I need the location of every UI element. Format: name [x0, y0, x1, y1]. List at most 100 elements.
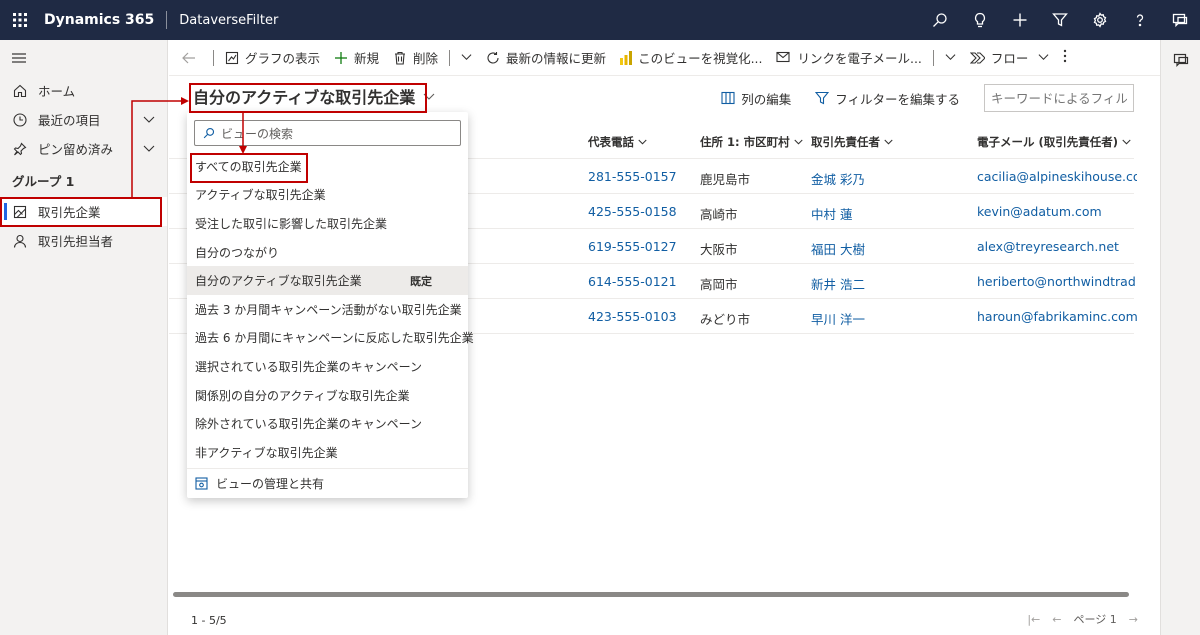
- filter-icon: [815, 91, 830, 105]
- view-option-label: アクティブな取引先企業: [195, 188, 326, 203]
- column-header-city[interactable]: 住所 1: 市区町村: [700, 134, 803, 150]
- phone-cell[interactable]: 425-555-0158: [588, 204, 677, 219]
- view-option[interactable]: 受注した取引に影響した取引先企業: [187, 209, 468, 238]
- app-name[interactable]: Dynamics 365: [44, 12, 154, 28]
- view-option[interactable]: 過去 6 か月間にキャンペーンに反応した取引先企業: [187, 324, 474, 353]
- city-cell: 高岡市: [700, 277, 738, 292]
- delete-button[interactable]: 削除: [386, 40, 445, 76]
- search-icon: [203, 127, 215, 139]
- contact-cell[interactable]: 早川 洋一: [811, 309, 865, 328]
- email-link-button[interactable]: リンクを電子メール...: [769, 40, 928, 76]
- show-chart-button[interactable]: グラフの表示: [218, 40, 327, 76]
- refresh-button[interactable]: 最新の情報に更新: [479, 40, 613, 76]
- annotation-box-accounts: [0, 197, 162, 227]
- flow-label: フロー: [990, 51, 1029, 66]
- app-launcher-icon[interactable]: [0, 0, 40, 40]
- first-page-icon[interactable]: |←: [1027, 613, 1040, 626]
- back-button[interactable]: [175, 40, 209, 76]
- sidebar-item-label: 最近の項目: [38, 113, 101, 128]
- column-header-email[interactable]: 電子メール (取引先責任者): [977, 134, 1131, 150]
- plus-icon[interactable]: [1000, 0, 1040, 40]
- flow-button[interactable]: フロー: [963, 40, 1057, 76]
- filter-icon[interactable]: [1040, 0, 1080, 40]
- email-cell[interactable]: haroun@fabrikaminc.com: [977, 309, 1137, 324]
- city-cell: みどり市: [700, 312, 751, 327]
- search-icon[interactable]: [920, 0, 960, 40]
- view-option-label: 選択されている取引先企業のキャンペーン: [195, 359, 423, 374]
- view-option[interactable]: 選択されている取引先企業のキャンペーン: [187, 352, 468, 381]
- keyword-filter-input[interactable]: [984, 84, 1134, 112]
- view-option-label: 非アクティブな取引先企業: [195, 445, 338, 460]
- view-option[interactable]: 非アクティブな取引先企業: [187, 438, 468, 467]
- view-option[interactable]: 関係別の自分のアクティブな取引先企業: [187, 381, 468, 410]
- manage-views-button[interactable]: ビューの管理と共有: [187, 468, 468, 498]
- next-page-icon[interactable]: →: [1129, 613, 1138, 626]
- email-more-dropdown[interactable]: [938, 40, 963, 76]
- delete-more-dropdown[interactable]: [454, 40, 479, 76]
- visualize-button[interactable]: このビューを視覚化...: [613, 40, 769, 76]
- phone-cell[interactable]: 281-555-0157: [588, 169, 677, 184]
- email-cell[interactable]: alex@treyresearch.net: [977, 239, 1137, 254]
- visualize-label: このビューを視覚化...: [638, 51, 763, 66]
- contact-cell[interactable]: 新井 浩二: [811, 274, 865, 293]
- flow-icon: [969, 51, 985, 64]
- sidebar-item-contacts[interactable]: 取引先担当者: [0, 226, 167, 255]
- help-icon[interactable]: [1120, 0, 1160, 40]
- sidebar-item-pinned[interactable]: ピン留め済み: [0, 134, 167, 163]
- manage-views-icon: [195, 477, 208, 490]
- view-option[interactable]: アクティブな取引先企業: [187, 181, 468, 210]
- view-search-input[interactable]: ビューの検索: [194, 120, 461, 146]
- chevron-down-icon: [793, 135, 803, 149]
- pin-icon: [12, 141, 28, 157]
- email-cell[interactable]: heriberto@northwindtrad...: [977, 274, 1137, 289]
- view-option[interactable]: 除外されている取引先企業のキャンペーン: [187, 409, 468, 438]
- sidebar-item-recent[interactable]: 最近の項目: [0, 105, 167, 134]
- chevron-down-icon[interactable]: [143, 142, 155, 157]
- column-header-label: 電子メール (取引先責任者): [977, 135, 1119, 149]
- gear-icon[interactable]: [1080, 0, 1120, 40]
- more-commands-button[interactable]: [1056, 40, 1074, 76]
- chevron-down-icon: [884, 135, 893, 149]
- phone-cell[interactable]: 423-555-0103: [588, 309, 677, 324]
- hamburger-menu-icon[interactable]: [0, 40, 167, 76]
- sidebar-item-home[interactable]: ホーム: [0, 76, 167, 105]
- email-cell[interactable]: cacilia@alpineskihouse.co...: [977, 169, 1137, 184]
- home-icon: [12, 83, 28, 99]
- chat-icon[interactable]: [1160, 0, 1200, 40]
- command-bar: グラフの表示 新規 削除 最新の情報に更新 このビューを視覚化... リンクを電…: [169, 40, 1160, 76]
- horizontal-scrollbar[interactable]: [173, 592, 1129, 597]
- mail-link-icon: [776, 51, 791, 64]
- columns-icon: [721, 91, 735, 105]
- edit-filters-button[interactable]: フィルターを編集する: [815, 89, 960, 108]
- phone-cell[interactable]: 614-555-0121: [588, 274, 677, 289]
- contact-cell[interactable]: 金城 彩乃: [811, 169, 865, 188]
- city-cell: 大阪市: [700, 242, 738, 257]
- lightbulb-icon[interactable]: [960, 0, 1000, 40]
- column-header-phone[interactable]: 代表電話: [588, 134, 647, 150]
- contact-cell[interactable]: 中村 蓮: [811, 204, 852, 223]
- view-option-current[interactable]: 自分のアクティブな取引先企業 既定: [187, 266, 468, 295]
- sidebar-item-label: 取引先担当者: [38, 234, 114, 249]
- refresh-label: 最新の情報に更新: [506, 51, 607, 66]
- view-option[interactable]: 自分のつながり: [187, 238, 468, 267]
- new-button[interactable]: 新規: [327, 40, 386, 76]
- chevron-down-icon: [1122, 135, 1131, 149]
- view-search-placeholder: ビューの検索: [221, 126, 294, 141]
- edit-columns-button[interactable]: 列の編集: [721, 89, 791, 108]
- chevron-down-icon[interactable]: [143, 113, 155, 128]
- command-separator: [213, 49, 214, 66]
- phone-cell[interactable]: 619-555-0127: [588, 239, 677, 254]
- column-header-label: 住所 1: 市区町村: [700, 135, 790, 149]
- title-separator: [166, 11, 168, 29]
- view-option[interactable]: 過去 3 か月間キャンペーン活動がない取引先企業: [187, 295, 468, 324]
- grid-footer: 1 - 5/5 |← ← ページ 1 →: [169, 606, 1160, 635]
- command-separator: [932, 49, 934, 66]
- plus-icon: [334, 51, 348, 65]
- email-cell[interactable]: kevin@adatum.com: [977, 204, 1137, 219]
- previous-page-icon[interactable]: ←: [1052, 613, 1061, 626]
- environment-name[interactable]: DataverseFilter: [179, 13, 278, 28]
- copilot-chat-icon[interactable]: [1161, 40, 1200, 80]
- contact-cell[interactable]: 福田 大樹: [811, 239, 865, 258]
- view-option-label: 過去 3 か月間キャンペーン活動がない取引先企業: [195, 302, 462, 317]
- column-header-contact[interactable]: 取引先責任者: [811, 134, 893, 150]
